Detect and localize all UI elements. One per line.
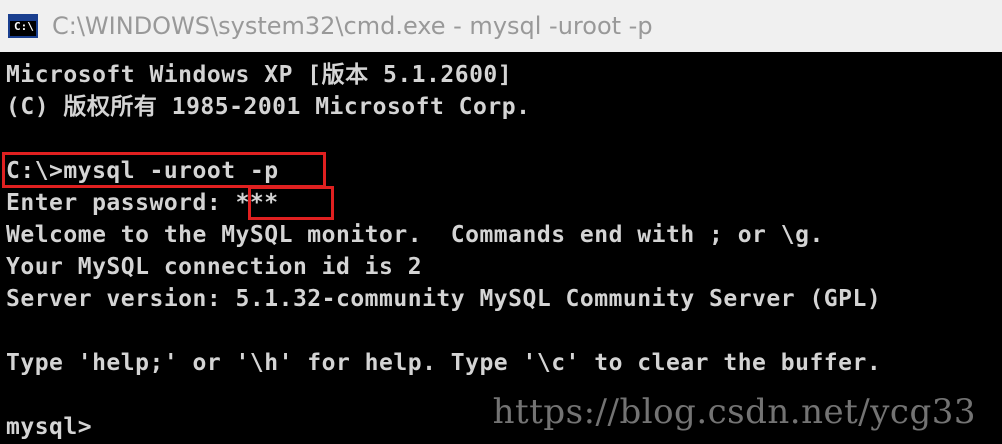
- window-title: C:\WINDOWS\system32\cmd.exe - mysql -uro…: [52, 12, 653, 40]
- console-line-password: Enter password: ***: [6, 188, 279, 218]
- console-line-copyright: (C) 版权所有 1985-2001 Microsoft Corp.: [6, 94, 531, 120]
- console-line-help: Type 'help;' or '\h' for help. Type '\c'…: [6, 350, 882, 376]
- mysql-prompt[interactable]: mysql>: [6, 412, 92, 442]
- command-highlight-box: [2, 152, 326, 188]
- watermark-text: https://blog.csdn.net/ycg33: [492, 392, 976, 432]
- cmd-window: C:\ C:\WINDOWS\system32\cmd.exe - mysql …: [0, 0, 1002, 444]
- password-prompt: Enter password:: [6, 190, 236, 216]
- console-line-connection-id: Your MySQL connection id is 2: [6, 254, 423, 280]
- cmd-icon-label: C:\: [14, 20, 34, 33]
- console-area[interactable]: Microsoft Windows XP [版本 5.1.2600] (C) 版…: [0, 52, 1002, 444]
- console-line-server-version: Server version: 5.1.32-community MySQL C…: [6, 286, 882, 312]
- cmd-icon[interactable]: C:\: [8, 14, 38, 38]
- title-bar[interactable]: C:\ C:\WINDOWS\system32\cmd.exe - mysql …: [0, 0, 1002, 52]
- console-line-os-version: Microsoft Windows XP [版本 5.1.2600]: [6, 62, 513, 88]
- password-highlight-box: [248, 186, 334, 220]
- console-line-welcome: Welcome to the MySQL monitor. Commands e…: [6, 222, 824, 248]
